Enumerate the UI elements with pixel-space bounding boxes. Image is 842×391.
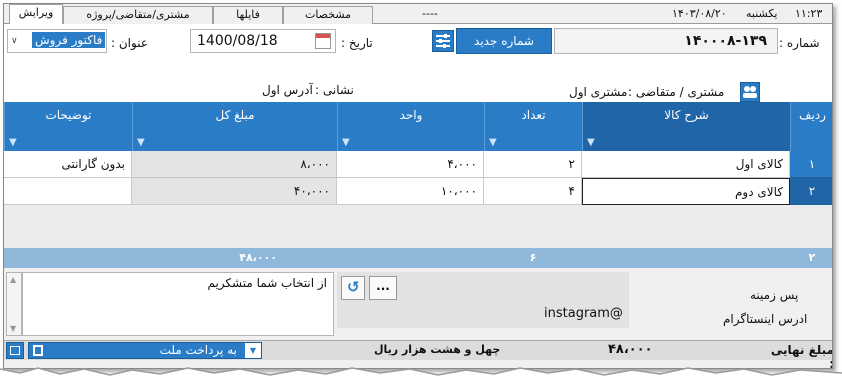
notes-scrollbar[interactable]: ▲ ▼	[6, 272, 22, 336]
address-value: آدرس اول	[262, 83, 313, 97]
customer-value: مشتری اول	[569, 85, 628, 99]
notes-area: ▲ ▼ از انتخاب شما متشکریم ↺ ... instagra…	[4, 270, 832, 338]
background-panel: ↺ ... instagram@	[337, 272, 629, 328]
total-quantity-sum: ۶	[529, 251, 537, 264]
payment-icon	[33, 345, 43, 356]
cell-row-number[interactable]: ۲	[790, 178, 832, 205]
tab-specs-label: مشخصات	[304, 8, 352, 21]
filter-icon[interactable]: ▼	[9, 137, 17, 148]
title-label: عنوان :	[111, 36, 148, 50]
cell-quantity[interactable]: ۴	[484, 178, 582, 205]
cell-notes[interactable]	[4, 178, 132, 205]
col-row-header[interactable]: ردیف	[790, 102, 832, 151]
col-description-header[interactable]: شرح کالا ▼	[582, 102, 790, 151]
calculator-button[interactable]	[6, 342, 24, 359]
tab-edit[interactable]: ویرایش	[9, 4, 63, 25]
col-notes-label: توضیحات	[45, 108, 92, 122]
cell-unit[interactable]: ۴،۰۰۰	[337, 151, 484, 178]
col-quantity-header[interactable]: تعداد ▼	[484, 102, 582, 151]
grid-totals-row: ۴۸،۰۰۰ ۶ ۲	[4, 248, 832, 268]
instagram-value[interactable]: instagram@	[544, 306, 623, 321]
refresh-icon: ↺	[347, 278, 360, 296]
address-label: نشانی :	[315, 83, 354, 97]
col-total-label: مبلغ کل	[215, 108, 255, 122]
scroll-down-icon[interactable]: ▼	[10, 324, 16, 333]
new-number-button[interactable]: شماره جدید	[456, 28, 552, 54]
number-field[interactable]: ۱۴۰۰۰۸-۱۳۹	[554, 28, 778, 54]
col-notes-header[interactable]: توضیحات ▼	[4, 102, 132, 151]
customer-select-button[interactable]	[740, 82, 760, 102]
chevron-down-icon[interactable]: ▼	[245, 343, 261, 358]
instagram-label: ادرس اینستاگرام	[723, 312, 808, 326]
date-label: تاریخ :	[341, 36, 373, 50]
amount-in-words: چهل و هشت هزار ریال	[374, 343, 501, 356]
more-button[interactable]: ...	[369, 276, 397, 300]
filter-icon[interactable]: ▼	[137, 137, 145, 148]
invoice-header-form: شماره : ۱۴۰۰۰۸-۱۳۹ شماره جدید تاریخ : 14…	[4, 24, 832, 104]
refresh-button[interactable]: ↺	[341, 276, 365, 300]
cell-total: ۸،۰۰۰	[132, 151, 337, 178]
final-amount-value: ۴۸،۰۰۰	[608, 342, 653, 357]
tab-files-label: فایلها	[236, 8, 260, 21]
tab-edit-label: ویرایش	[18, 6, 54, 19]
cell-description-focused[interactable]: کالای دوم	[582, 178, 790, 205]
col-description-label: شرح کالا	[664, 108, 709, 122]
col-unit-label: واحد	[399, 108, 423, 122]
items-grid: توضیحات ▼ مبلغ کل ▼ واحد ▼ تعداد ▼ شرح کالا ▼…	[4, 102, 832, 268]
number-value: ۱۴۰۰۰۸-۱۳۹	[684, 33, 767, 49]
total-row-count: ۲	[808, 251, 816, 264]
cell-notes[interactable]: بدون گارانتی	[4, 151, 132, 178]
torn-edge	[0, 367, 842, 391]
header-time: ۱۱:۲۳	[795, 7, 823, 20]
title-select[interactable]: ∨ فاکتور فروش	[7, 29, 107, 53]
tab-customer-project-label: مشتری/متقاضی/پروژه	[86, 8, 190, 21]
date-field[interactable]: 1400/08/18	[190, 29, 336, 53]
total-amount-sum: ۴۸،۰۰۰	[239, 251, 277, 264]
col-unit-header[interactable]: واحد ▼	[337, 102, 484, 151]
table-row[interactable]: بدون گارانتی ۸،۰۰۰ ۴،۰۰۰ ۲ کالای اول ۱	[4, 151, 832, 178]
filter-icon[interactable]: ▼	[489, 137, 497, 148]
cell-row-number[interactable]: ۱	[790, 151, 832, 178]
users-icon	[743, 86, 757, 98]
payment-option: به پرداخت ملت	[159, 343, 237, 357]
scroll-up-icon[interactable]: ▲	[10, 275, 16, 284]
cell-total: ۴۰،۰۰۰	[132, 178, 337, 205]
tab-separator: ----	[422, 7, 438, 20]
col-total-header[interactable]: مبلغ کل ▼	[132, 102, 337, 151]
col-row-label: ردیف	[799, 108, 826, 122]
customer-label: مشتری / متقاضی :	[628, 85, 725, 99]
calendar-icon[interactable]	[315, 33, 331, 49]
tab-customer-project[interactable]: مشتری/متقاضی/پروژه	[63, 6, 213, 24]
cell-description[interactable]: کالای اول	[582, 151, 790, 178]
notes-textarea[interactable]: از انتخاب شما متشکریم	[22, 272, 334, 336]
number-label: شماره :	[779, 36, 820, 50]
bottom-bar: به پرداخت ملت ▼ چهل و هشت هزار ریال ۴۸،۰…	[4, 340, 832, 368]
tab-specs[interactable]: مشخصات	[283, 6, 373, 24]
chevron-down-icon: ∨	[11, 36, 18, 46]
title-value: فاکتور فروش	[32, 32, 106, 48]
filter-icon[interactable]: ▼	[587, 137, 595, 148]
col-quantity-label: تعداد	[521, 108, 546, 122]
table-row[interactable]: ۴۰،۰۰۰ ۱۰،۰۰۰ ۴ کالای دوم ۲	[4, 178, 832, 205]
header-weekday: یکشنبه	[746, 7, 778, 20]
cell-quantity[interactable]: ۲	[484, 151, 582, 178]
background-label: پس زمینه	[750, 288, 799, 302]
filter-icon[interactable]: ▼	[342, 137, 350, 148]
cell-unit[interactable]: ۱۰،۰۰۰	[337, 178, 484, 205]
tab-bar: ویرایش مشتری/متقاضی/پروژه فایلها مشخصات …	[4, 4, 832, 25]
calculator-icon	[10, 346, 20, 355]
payment-select[interactable]: به پرداخت ملت ▼	[28, 342, 262, 359]
date-value: 1400/08/18	[197, 33, 278, 49]
settings-button[interactable]	[432, 30, 454, 52]
sliders-icon	[436, 34, 450, 48]
invoice-window: ویرایش مشتری/متقاضی/پروژه فایلها مشخصات …	[3, 3, 833, 369]
tab-files[interactable]: فایلها	[213, 6, 283, 24]
header-date: ۱۴۰۳/۰۸/۲۰	[672, 7, 727, 20]
notes-text: از انتخاب شما متشکریم	[207, 276, 327, 290]
